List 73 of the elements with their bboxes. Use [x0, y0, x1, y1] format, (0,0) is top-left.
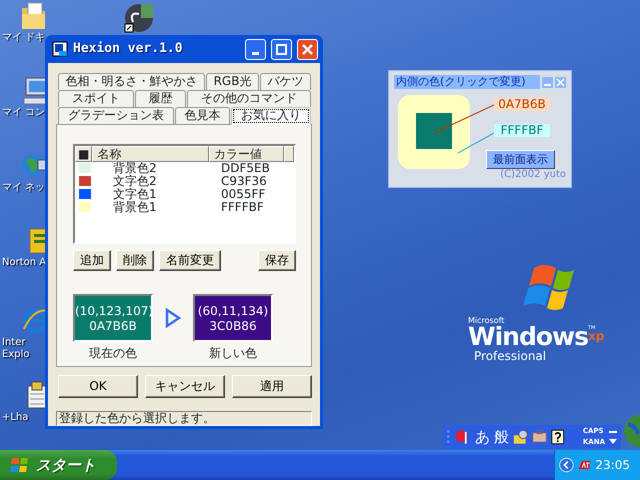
column-header[interactable]: ■ — [75, 146, 92, 162]
brand-text: Microsoft — [468, 316, 506, 325]
rgb-value: (60,11,134) — [196, 304, 270, 319]
hex-label: 0A7B6B — [494, 98, 550, 111]
hex-value: 0A7B6B — [88, 319, 138, 334]
list-button[interactable]: 削除 — [116, 250, 154, 271]
column-header[interactable]: 名称 — [92, 146, 210, 162]
disc-icon[interactable] — [123, 2, 155, 34]
hex-label: FFFFBF — [494, 124, 550, 137]
list-cell-text: 背景色1 — [112, 201, 158, 214]
dialog-button[interactable]: 適用 — [232, 375, 312, 398]
ati-icon[interactable] — [578, 458, 592, 472]
tab[interactable]: 色見本 — [174, 107, 230, 124]
globe-icon — [622, 414, 640, 448]
flag-icon — [10, 456, 30, 474]
tab[interactable]: スポイト — [58, 90, 134, 107]
folder-icon[interactable] — [20, 0, 45, 32]
tab[interactable]: グラデーション表 — [58, 107, 174, 124]
maximize-button[interactable] — [271, 38, 292, 60]
tab[interactable]: バケツ — [260, 73, 312, 90]
close-icon — [302, 44, 313, 54]
icon-label: マイ コン — [1, 107, 46, 118]
hex-value: 3C0B86 — [208, 319, 258, 334]
column-header[interactable] — [284, 146, 294, 162]
dialog-button[interactable]: キャンセル — [145, 375, 225, 398]
close-button[interactable] — [297, 38, 318, 60]
tab[interactable]: 色相・明るさ・鮮やかさ — [58, 73, 206, 90]
list-cell-text: DDF5EB — [220, 162, 270, 175]
window-title: Hexion ver.1.0 — [73, 41, 184, 57]
tab[interactable]: 履歴 — [134, 90, 186, 107]
window-title: 内側の色(クリックで変更) — [394, 75, 540, 89]
list-cell-text: 0055FF — [220, 188, 266, 201]
icon-label: マイ ドキ — [1, 32, 46, 44]
help-icon[interactable] — [551, 428, 565, 446]
dropdown-icon[interactable] — [609, 438, 617, 444]
dictionary-mode[interactable]: 般 — [494, 428, 510, 446]
brand-text: xp — [588, 331, 604, 342]
icon-label: Inter Explo — [1, 337, 30, 360]
minimize-icon[interactable] — [609, 430, 617, 434]
app-icon — [52, 41, 68, 57]
color-label: 現在の色 — [88, 346, 138, 360]
brand-text: Professional — [473, 349, 548, 364]
maximize-icon — [276, 44, 287, 54]
arrow-icon — [165, 308, 181, 328]
list-button[interactable]: 追加 — [73, 250, 111, 271]
grip-icon — [447, 428, 450, 446]
brand-text: Windows — [468, 325, 588, 349]
tab[interactable]: RGB光 — [206, 73, 259, 90]
front-button[interactable]: 最前面表示 — [486, 150, 555, 169]
minimize-icon — [252, 52, 259, 54]
status-bar: 登録した色から選択します。 — [56, 411, 312, 426]
icon-label: +Lha — [1, 412, 28, 424]
clock: 23:05 — [595, 458, 631, 472]
icon-label: マイ ネッ — [1, 182, 46, 194]
list-cell-text: 文字色1 — [112, 188, 158, 201]
minimize-button[interactable] — [245, 38, 266, 60]
list-cell-text: C93F36 — [220, 175, 267, 188]
start-button[interactable]: スタート — [0, 450, 117, 480]
rgb-value: (10,123,107) — [75, 304, 151, 319]
inner-color-swatch[interactable] — [416, 113, 452, 149]
list-button[interactable]: 保存 — [258, 250, 296, 271]
input-mode[interactable]: あ — [475, 428, 490, 446]
dialog-button[interactable]: OK — [58, 375, 138, 398]
list-cell-text: 背景色2 — [112, 162, 158, 175]
list-button[interactable]: 名前変更 — [159, 250, 221, 271]
tab[interactable]: その他のコマンド — [187, 90, 312, 107]
pad-icon[interactable] — [513, 428, 528, 446]
credit-text: (C)2002 yuto — [499, 169, 566, 181]
color-label: 新しい色 — [208, 346, 258, 360]
list-cell-text: FFFFBF — [220, 201, 264, 214]
tab[interactable]: お気に入り — [231, 107, 312, 125]
column-header[interactable]: カラー値 — [209, 146, 284, 162]
list-cell-text: 文字色2 — [112, 175, 158, 188]
